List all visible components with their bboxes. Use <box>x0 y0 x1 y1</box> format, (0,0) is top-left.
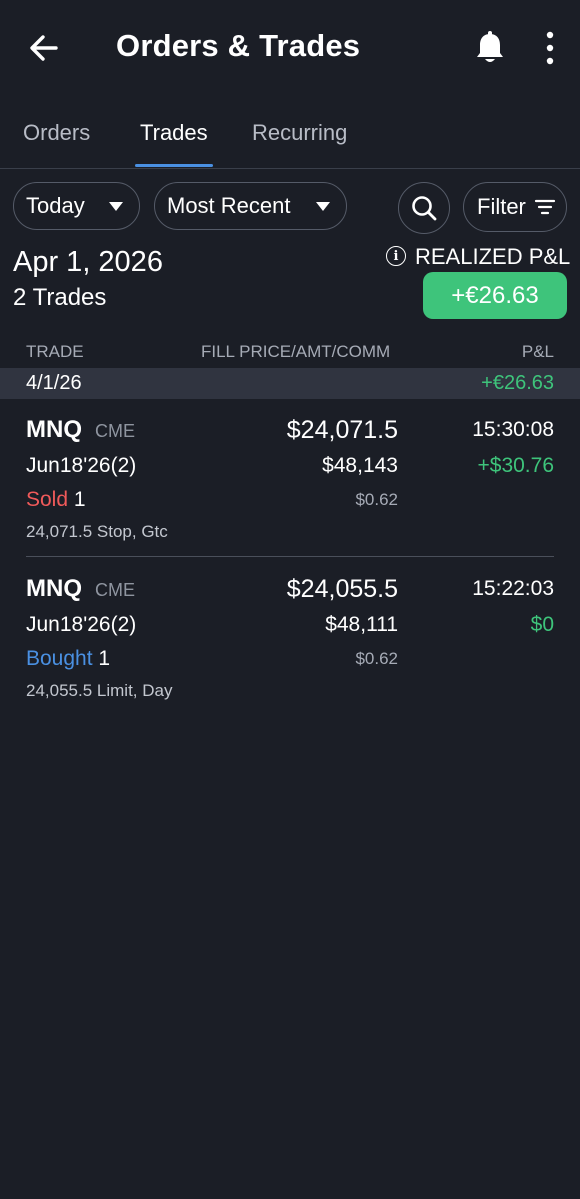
trade-pnl: $0 <box>530 613 554 636</box>
trade-time: 15:30:08 <box>472 418 554 441</box>
bell-icon <box>477 31 503 62</box>
trade-pnl: +$30.76 <box>477 454 555 477</box>
trade-time: 15:22:03 <box>472 577 554 600</box>
trade-contract: Jun18'26(2) <box>26 454 137 477</box>
search-button[interactable] <box>398 182 450 234</box>
trade-count: 2 Trades <box>13 284 107 311</box>
active-tab-indicator <box>135 164 213 167</box>
trade-side: Sold 1 <box>26 488 86 512</box>
tab-orders[interactable]: Orders <box>23 120 90 146</box>
more-vertical-icon <box>546 31 554 65</box>
trade-action: Sold <box>26 488 69 511</box>
period-dropdown-label: Today <box>26 193 85 218</box>
realized-pnl-badge: +€26.63 <box>423 272 567 319</box>
trade-row[interactable]: MNQ CME $24,071.5 15:30:08 Jun18'26(2) $… <box>0 416 580 566</box>
trade-fill-price: $24,055.5 <box>286 575 398 603</box>
trade-symbol: MNQ <box>26 416 82 443</box>
filter-button[interactable]: Filter <box>463 182 567 232</box>
trade-symbol: MNQ <box>26 575 82 602</box>
page-title: Orders & Trades <box>116 28 361 63</box>
notifications-button[interactable] <box>468 26 512 70</box>
more-options-button[interactable] <box>530 26 570 70</box>
trade-side: Bought 1 <box>26 647 110 671</box>
trade-row[interactable]: MNQ CME $24,055.5 15:22:03 Jun18'26(2) $… <box>0 575 580 725</box>
trade-contract: Jun18'26(2) <box>26 613 137 636</box>
sort-dropdown[interactable]: Most Recent <box>154 182 347 230</box>
trade-order-detail: 24,055.5 Limit, Day <box>26 681 173 700</box>
summary-date: Apr 1, 2026 <box>13 246 163 278</box>
trade-amount: $48,111 <box>325 613 398 636</box>
group-date: 4/1/26 <box>26 372 82 394</box>
filter-lines-icon <box>534 199 555 215</box>
trade-amount: $48,143 <box>322 454 398 477</box>
sort-dropdown-label: Most Recent <box>167 193 291 218</box>
caret-down-icon <box>316 202 330 211</box>
info-icon[interactable]: i <box>386 246 406 266</box>
period-dropdown[interactable]: Today <box>13 182 140 230</box>
back-button[interactable] <box>20 24 68 72</box>
trade-order-detail: 24,071.5 Stop, Gtc <box>26 522 168 541</box>
trade-commission: $0.62 <box>355 490 398 509</box>
search-icon <box>412 196 437 221</box>
tab-trades[interactable]: Trades <box>140 120 208 146</box>
trade-fill-price: $24,071.5 <box>286 416 398 444</box>
app-header: Orders & Trades <box>0 0 580 96</box>
trade-qty: 1 <box>73 488 86 511</box>
column-header-pnl: P&L <box>521 342 554 361</box>
caret-down-icon <box>109 202 123 211</box>
row-divider <box>26 556 554 557</box>
column-header-fill: FILL PRICE/AMT/COMM <box>201 342 391 361</box>
column-header-trade: TRADE <box>26 342 84 361</box>
trade-commission: $0.62 <box>355 649 398 668</box>
tab-bar: Orders Trades Recurring <box>0 100 580 169</box>
arrow-left-icon <box>30 35 58 61</box>
tab-recurring[interactable]: Recurring <box>252 120 347 146</box>
trade-exchange: CME <box>95 421 135 441</box>
group-pnl: +€26.63 <box>481 372 554 394</box>
trade-exchange: CME <box>95 580 135 600</box>
date-group-row: 4/1/26 +€26.63 <box>0 368 580 399</box>
trade-action: Bought <box>26 647 93 670</box>
filter-button-label: Filter <box>477 194 526 219</box>
trade-qty: 1 <box>98 647 111 670</box>
realized-pnl-label: REALIZED P&L <box>415 244 571 269</box>
